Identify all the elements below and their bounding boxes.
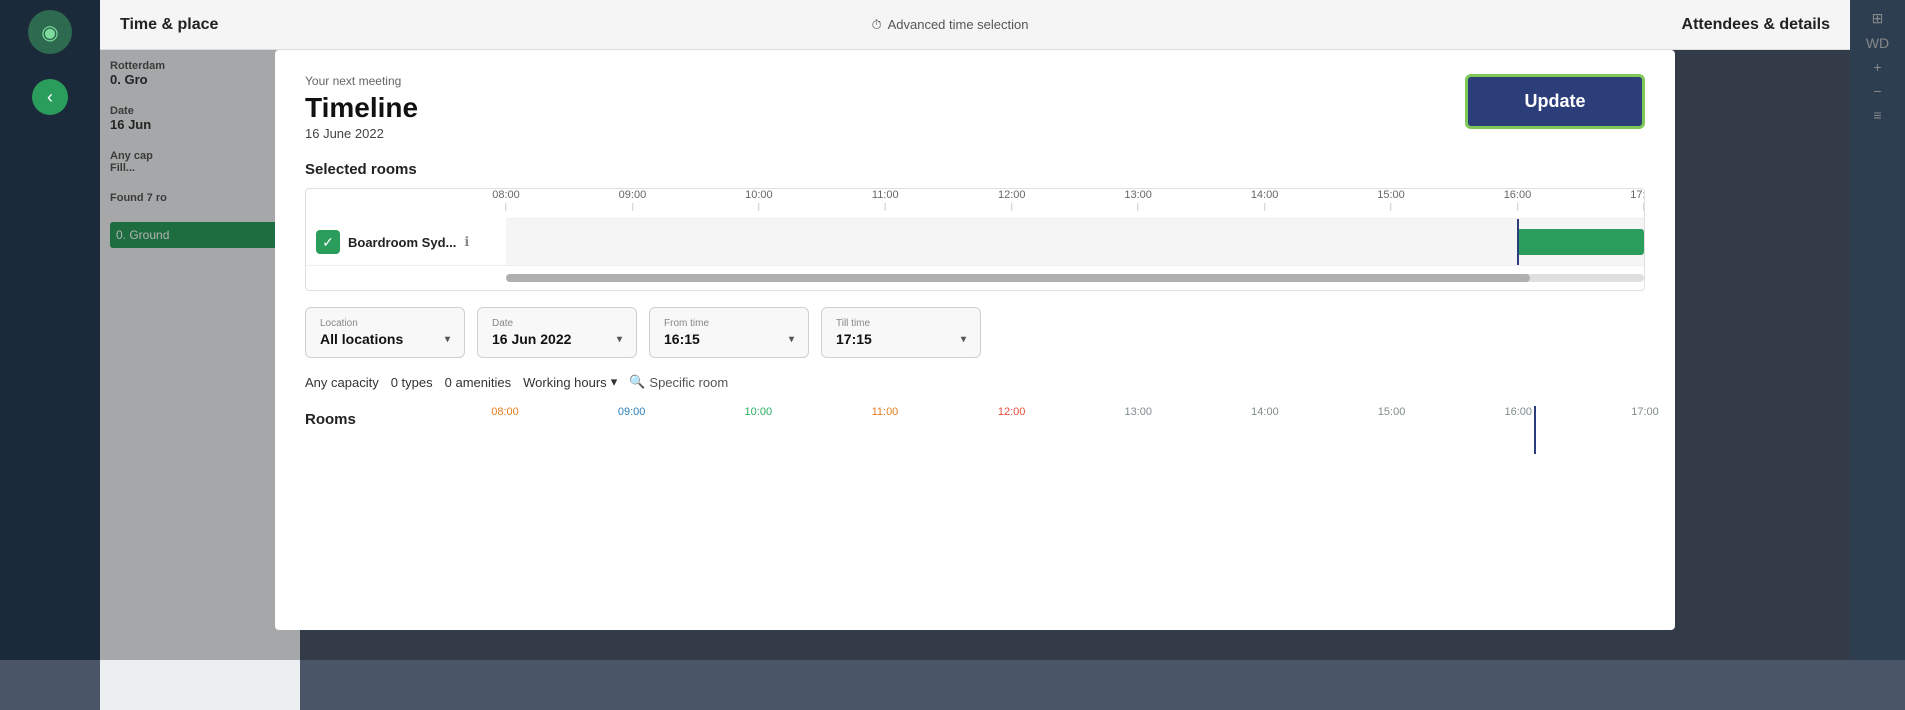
location-select[interactable]: Location All locations ▾ [305, 307, 465, 358]
capacity-chip[interactable]: Any capacity [305, 375, 379, 390]
modal-title-block: Your next meeting Timeline 16 June 2022 [305, 74, 418, 141]
till-time-select[interactable]: Till time 17:15 ▾ [821, 307, 981, 358]
rooms-section: Rooms 08:00 09:00 10:00 11:00 12:00 13:0… [305, 406, 1645, 434]
location-label: Location [320, 318, 450, 329]
room-timeline [506, 219, 1644, 265]
settings-icon[interactable]: ≡ [1873, 107, 1881, 123]
modal-date: 16 June 2022 [305, 126, 418, 141]
hour-tick-11: 11:00 [872, 189, 899, 211]
bottom-hour-17: 17:00 [1631, 406, 1659, 418]
date-chevron: ▾ [617, 334, 622, 345]
hours-chip[interactable]: Working hours ▾ [523, 374, 617, 390]
rooms-header: Rooms 08:00 09:00 10:00 11:00 12:00 13:0… [305, 406, 1645, 434]
wd-label: WD [1866, 35, 1889, 51]
back-button[interactable]: ‹ [32, 79, 68, 115]
bottom-hour-10: 10:00 [745, 406, 773, 418]
scrollbar-row [306, 266, 1644, 290]
hour-tick-12: 12:00 [998, 189, 1026, 211]
grid-icon[interactable]: ⊞ [1872, 10, 1884, 27]
hour-tick-15: 15:00 [1377, 189, 1405, 211]
update-button[interactable]: Update [1465, 74, 1645, 129]
search-icon: 🔍 [629, 374, 645, 390]
from-time-label: From time [664, 318, 794, 329]
bottom-hour-8: 08:00 [491, 406, 519, 418]
rooms-label: Rooms [305, 411, 356, 428]
clock-icon: ⏱ [871, 17, 881, 33]
till-time-chevron: ▾ [961, 334, 966, 345]
scrollbar-thumb[interactable] [506, 274, 1530, 282]
logo: ◉ [28, 10, 72, 54]
time-marker-line [1517, 219, 1519, 265]
till-time-label: Till time [836, 318, 966, 329]
bottom-time-marker [1534, 406, 1536, 454]
date-value: 16 Jun 2022 ▾ [492, 331, 622, 347]
room-search-chip[interactable]: 🔍 Specific room [629, 374, 728, 390]
timeline-hours-row: 08:00 09:00 10:00 11:00 12:00 13:00 14:0… [506, 189, 1644, 219]
bottom-hour-14: 14:00 [1251, 406, 1279, 418]
timeline-container: 08:00 09:00 10:00 11:00 12:00 13:00 14:0… [305, 188, 1645, 291]
till-time-value: 17:15 ▾ [836, 331, 966, 347]
logo-icon: ◉ [41, 20, 58, 45]
filter-row: Location All locations ▾ Date 16 Jun 202… [305, 307, 1645, 358]
from-time-chevron: ▾ [789, 334, 794, 345]
right-panel: ⊞ WD + − ≡ [1850, 0, 1905, 660]
room-info: ✓ Boardroom Syd... ℹ [306, 220, 506, 264]
top-bar: Time & place ⏱ Advanced time selection A… [100, 0, 1850, 50]
scrollbar-track[interactable] [506, 274, 1644, 282]
modal-header: Your next meeting Timeline 16 June 2022 … [305, 74, 1645, 141]
info-icon[interactable]: ℹ [464, 234, 469, 250]
advanced-time-selection[interactable]: ⏱ Advanced time selection [871, 17, 1028, 33]
attendees-details-heading: Attendees & details [1682, 16, 1830, 34]
room-check-icon[interactable]: ✓ [316, 230, 340, 254]
hours-chevron: ▾ [611, 374, 618, 390]
location-value: All locations ▾ [320, 331, 450, 347]
hour-tick-8: 08:00 [492, 189, 520, 211]
date-select[interactable]: Date 16 Jun 2022 ▾ [477, 307, 637, 358]
bottom-hour-12: 12:00 [998, 406, 1026, 418]
amenities-chip[interactable]: 0 amenities [445, 375, 511, 390]
bottom-hour-16: 16:00 [1504, 406, 1532, 418]
from-time-select[interactable]: From time 16:15 ▾ [649, 307, 809, 358]
bottom-hour-13: 13:00 [1125, 406, 1153, 418]
room-row: ✓ Boardroom Syd... ℹ [306, 219, 1644, 266]
sidebar: ◉ ‹ [0, 0, 100, 660]
location-chevron: ▾ [445, 334, 450, 345]
selected-rooms-label: Selected rooms [305, 161, 1645, 178]
room-name: Boardroom Syd... [348, 235, 456, 250]
filter-chips-row: Any capacity 0 types 0 amenities Working… [305, 374, 1645, 390]
bottom-hour-11: 11:00 [872, 406, 899, 418]
minus-icon[interactable]: − [1873, 83, 1881, 99]
types-chip[interactable]: 0 types [391, 375, 433, 390]
bottom-hour-15: 15:00 [1378, 406, 1406, 418]
hour-tick-9: 09:00 [619, 189, 647, 211]
modal-title: Timeline [305, 92, 418, 124]
rooms-label-col: Rooms [305, 411, 505, 429]
hour-tick-13: 13:00 [1124, 189, 1152, 211]
time-place-heading: Time & place [120, 16, 218, 34]
hour-tick-17: 17:00 [1630, 189, 1645, 211]
hour-tick-14: 14:00 [1251, 189, 1279, 211]
modal-subtitle: Your next meeting [305, 74, 418, 88]
room-available-bar [1517, 229, 1644, 255]
modal: Your next meeting Timeline 16 June 2022 … [275, 50, 1675, 630]
rooms-hours-row: 08:00 09:00 10:00 11:00 12:00 13:00 14:0… [505, 406, 1645, 434]
modal-overlay: Your next meeting Timeline 16 June 2022 … [100, 50, 1850, 660]
hour-tick-10: 10:00 [745, 189, 773, 211]
hour-tick-16: 16:00 [1504, 189, 1532, 211]
plus-icon[interactable]: + [1873, 59, 1881, 75]
timeline-header: 08:00 09:00 10:00 11:00 12:00 13:00 14:0… [306, 189, 1644, 219]
bottom-hour-9: 09:00 [618, 406, 646, 418]
from-time-value: 16:15 ▾ [664, 331, 794, 347]
date-label: Date [492, 318, 622, 329]
